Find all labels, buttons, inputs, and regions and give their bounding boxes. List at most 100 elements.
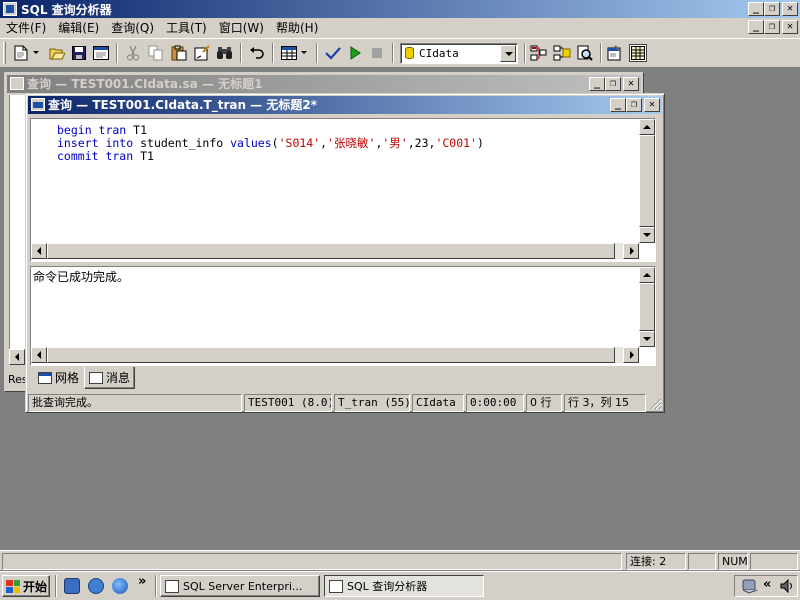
- background-scroll-left-button[interactable]: [9, 349, 25, 365]
- tab-messages[interactable]: 消息: [84, 367, 136, 389]
- messages-horizontal-scrollbar[interactable]: [31, 347, 639, 363]
- start-button[interactable]: 开始: [2, 575, 50, 597]
- query-window-active-titlebar[interactable]: 查询 — TEST001.CIdata.T_tran — 无标题2* _ ❐ ✕: [28, 96, 662, 114]
- object-search-icon[interactable]: [553, 44, 571, 62]
- editor-scroll-down-button[interactable]: [639, 227, 655, 243]
- background-editor-edge: [9, 95, 25, 365]
- clear-window-icon[interactable]: [193, 44, 211, 62]
- new-query-dropdown-icon[interactable]: [32, 44, 40, 62]
- editor-scroll-up-button[interactable]: [639, 119, 655, 135]
- minimize-button[interactable]: _: [748, 2, 764, 16]
- editor-horizontal-thumb[interactable]: [47, 243, 615, 259]
- properties-icon[interactable]: [606, 44, 624, 62]
- query-analyzer-app-icon[interactable]: [3, 2, 17, 16]
- enterprise-manager-icon: [165, 579, 179, 593]
- sql-string-literal: 'C001': [435, 136, 477, 150]
- copy-icon[interactable]: [147, 44, 165, 62]
- sql-code-line[interactable]: commit tran T1: [57, 150, 484, 163]
- mdi-minimize-button[interactable]: _: [748, 20, 764, 34]
- volume-icon[interactable]: [779, 578, 795, 594]
- save-icon[interactable]: [70, 44, 88, 62]
- taskbar-separator: [55, 575, 57, 597]
- cancel-execution-icon[interactable]: [368, 44, 386, 62]
- editor-vertical-scrollbar[interactable]: [639, 119, 655, 243]
- paste-icon[interactable]: [170, 44, 188, 62]
- menu-query[interactable]: 查询(Q): [105, 19, 160, 37]
- active-maximize-button[interactable]: ❐: [626, 98, 642, 112]
- query-analyzer-icon: [329, 579, 343, 593]
- show-plan-icon[interactable]: [576, 44, 594, 62]
- background-minimize-button[interactable]: _: [589, 77, 605, 91]
- execute-icon[interactable]: [346, 44, 364, 62]
- cut-icon[interactable]: [124, 44, 142, 62]
- tray-expand-chevron[interactable]: «: [763, 577, 771, 592]
- messages-scroll-left-button[interactable]: [31, 347, 47, 363]
- messages-horizontal-thumb[interactable]: [47, 347, 615, 363]
- open-icon[interactable]: [48, 44, 66, 62]
- app-status-message: [2, 553, 622, 570]
- app-status-num: NUM: [718, 553, 748, 570]
- toolbar-grip[interactable]: [3, 42, 6, 64]
- sql-string-literal: 'S014': [278, 136, 321, 150]
- editor-vertical-thumb[interactable]: [639, 135, 655, 227]
- task-query-analyzer[interactable]: SQL 查询分析器: [324, 575, 484, 597]
- menu-window[interactable]: 窗口(W): [213, 19, 270, 37]
- show-desktop-icon[interactable]: [64, 578, 80, 594]
- toolbar-separator: [600, 43, 602, 63]
- sql-editor[interactable]: begin tran T1 insert into student_info va…: [30, 118, 656, 262]
- messages-scroll-down-button[interactable]: [639, 331, 655, 347]
- editor-scroll-left-button[interactable]: [31, 243, 47, 259]
- messages-pane[interactable]: 命令已成功完成。: [30, 266, 656, 366]
- sql-text: ,23,: [407, 136, 436, 150]
- editor-scroll-right-button[interactable]: [623, 243, 639, 259]
- active-close-button[interactable]: ✕: [644, 98, 660, 112]
- message-text: 命令已成功完成。: [33, 270, 130, 284]
- active-minimize-button[interactable]: _: [610, 98, 626, 112]
- sql-keyword: begin tran: [57, 123, 127, 137]
- messages-scroll-up-button[interactable]: [639, 267, 655, 283]
- query-window-background-titlebar[interactable]: 查询 — TEST001.CIdata.sa — 无标题1 _ ❐ ✕: [7, 75, 641, 93]
- sql-service-manager-icon[interactable]: [741, 578, 759, 594]
- database-select-value: CIdata: [419, 47, 459, 60]
- messages-scroll-right-button[interactable]: [623, 347, 639, 363]
- results-grid-icon[interactable]: [280, 44, 298, 62]
- results-dropdown-icon[interactable]: [300, 44, 308, 62]
- menu-file[interactable]: 文件(F): [0, 19, 52, 37]
- parse-query-icon[interactable]: [324, 44, 342, 62]
- editor-horizontal-scrollbar[interactable]: [31, 243, 639, 259]
- menu-edit[interactable]: 编辑(E): [52, 19, 105, 37]
- database-dropdown-button[interactable]: [500, 45, 516, 62]
- menu-tools[interactable]: 工具(T): [160, 19, 213, 37]
- menu-help[interactable]: 帮助(H): [270, 19, 324, 37]
- sql-text: (: [271, 136, 279, 150]
- sql-code[interactable]: begin tran T1 insert into student_info va…: [57, 124, 484, 163]
- quicklaunch-app-icon[interactable]: [88, 578, 104, 594]
- mdi-close-button[interactable]: ✕: [782, 20, 798, 34]
- load-sql-icon[interactable]: [92, 44, 110, 62]
- restore-button[interactable]: ❐: [764, 2, 780, 16]
- database-select[interactable]: CIdata: [400, 43, 518, 64]
- background-maximize-button[interactable]: ❐: [605, 77, 621, 91]
- internet-explorer-icon[interactable]: [112, 578, 128, 594]
- find-icon[interactable]: [216, 44, 234, 62]
- query-window-background-title: 查询 — TEST001.CIdata.sa — 无标题1: [27, 77, 263, 91]
- resize-grip-icon[interactable]: [650, 398, 662, 413]
- task-enterprise-manager[interactable]: SQL Server Enterpri...: [160, 575, 320, 597]
- messages-tab-icon: [89, 371, 103, 384]
- messages-vertical-thumb[interactable]: [639, 283, 655, 331]
- mdi-restore-button[interactable]: ❐: [764, 20, 780, 34]
- background-close-button[interactable]: ✕: [623, 77, 639, 91]
- menu-bar: 文件(F) 编辑(E) 查询(Q) 工具(T) 窗口(W) 帮助(H) _ ❐ …: [0, 18, 800, 38]
- tab-grid[interactable]: 网格: [34, 368, 83, 388]
- show-results-pane-icon[interactable]: [629, 44, 647, 62]
- sql-keyword: values: [230, 136, 272, 150]
- quicklaunch-more-chevron[interactable]: »: [138, 574, 146, 589]
- query-window-active[interactable]: 查询 — TEST001.CIdata.T_tran — 无标题2* _ ❐ ✕…: [25, 93, 665, 413]
- sql-text: T1: [133, 149, 154, 163]
- messages-vertical-scrollbar[interactable]: [639, 267, 655, 347]
- close-button[interactable]: ✕: [782, 2, 798, 16]
- new-query-icon[interactable]: [12, 44, 30, 62]
- app-title-bar[interactable]: SQL 查询分析器 _ ❐ ✕: [0, 0, 800, 18]
- undo-icon[interactable]: [248, 44, 266, 62]
- object-browser-icon[interactable]: [530, 44, 548, 62]
